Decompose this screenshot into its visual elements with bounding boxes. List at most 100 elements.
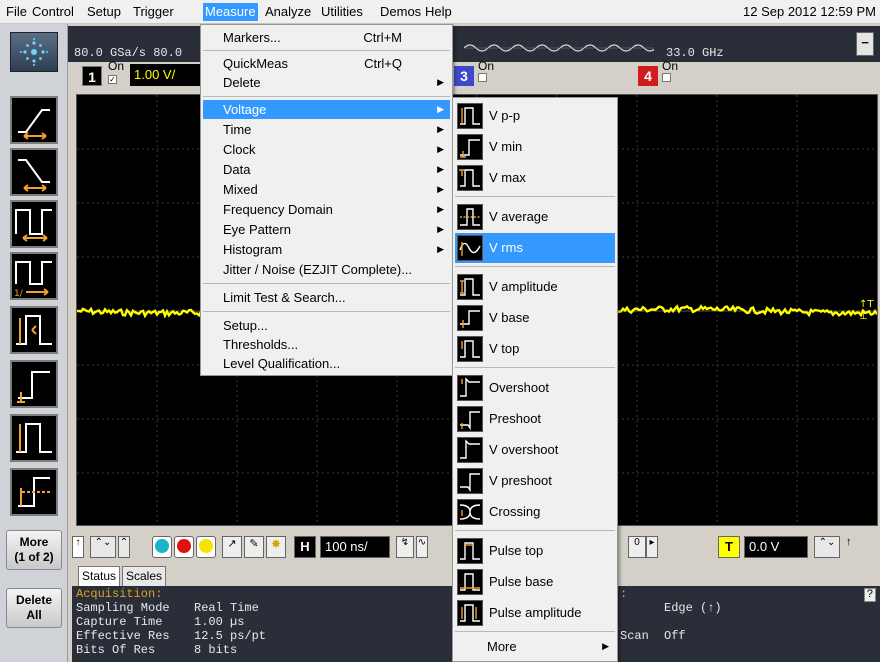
separator: [455, 530, 615, 531]
trigger-level-value[interactable]: 0.0 V: [744, 536, 808, 558]
menu-item-time[interactable]: Time ▶: [203, 120, 450, 139]
v-amplitude-icon: [457, 274, 483, 300]
channel-3-checkbox[interactable]: [478, 73, 487, 82]
submenu-item-v-max[interactable]: V max: [455, 163, 615, 193]
submenu-item-more[interactable]: More ▶: [455, 637, 615, 656]
run-button[interactable]: [152, 536, 172, 558]
v-average-button[interactable]: [10, 468, 58, 516]
submenu-item-crossing[interactable]: Crossing: [455, 497, 615, 527]
submenu-item-v-min[interactable]: V min: [455, 132, 615, 162]
clear-display-button[interactable]: ✸: [266, 536, 286, 558]
stop-button[interactable]: [174, 536, 194, 558]
channel-3-badge[interactable]: 3: [454, 66, 474, 86]
menu-item-histogram[interactable]: Histogram ▶: [203, 240, 450, 259]
menu-item-setup[interactable]: Setup...: [203, 316, 450, 335]
v-p-p-button[interactable]: [10, 414, 58, 462]
single-icon: [199, 539, 213, 553]
menu-item-quickmeas[interactable]: QuickMeas Ctrl+Q: [203, 54, 450, 73]
scroll-stepper[interactable]: ⌃⌄: [90, 536, 116, 558]
channel-4-toggle[interactable]: On: [662, 60, 678, 84]
sample-rate: 80.0 GSa/s 80.0: [74, 46, 183, 60]
trigger-level-stepper[interactable]: ⌃⌄: [814, 536, 840, 558]
position-right-arrow[interactable]: ▸: [646, 536, 658, 558]
single-button[interactable]: [196, 536, 216, 558]
trigger-channel-badge[interactable]: T: [718, 536, 740, 558]
delay-icon[interactable]: ∿: [416, 536, 428, 558]
preshoot-icon: [457, 406, 483, 432]
menu-analyze[interactable]: Analyze: [263, 3, 313, 21]
menu-control[interactable]: Control: [30, 3, 76, 21]
more-label: More: [19, 535, 49, 549]
position-value[interactable]: 0: [628, 536, 646, 558]
pulse-width-button[interactable]: [10, 306, 58, 354]
timebase-value[interactable]: 100 ns/: [320, 536, 390, 558]
menu-item-voltage[interactable]: Voltage ▶: [203, 100, 450, 119]
menu-item-data[interactable]: Data ▶: [203, 160, 450, 179]
scroll-arrows[interactable]: ⌃: [118, 536, 130, 558]
menu-item-delete[interactable]: Delete ▶: [203, 73, 450, 92]
submenu-item-v-average[interactable]: V average: [455, 202, 615, 232]
zoom-icon[interactable]: ↯: [396, 536, 414, 558]
channel-4-checkbox[interactable]: [662, 73, 671, 82]
measure-menu: Markers... Ctrl+M QuickMeas Ctrl+Q Delete ▶…: [200, 24, 453, 376]
menu-demos[interactable]: Demos: [378, 3, 423, 21]
submenu-item-v-base[interactable]: V base: [455, 303, 615, 333]
trigger-slope-icon[interactable]: ↑: [846, 536, 860, 558]
frequency-button[interactable]: 1/: [10, 252, 58, 300]
v-min-button[interactable]: [10, 360, 58, 408]
submenu-item-v-amplitude[interactable]: V amplitude: [455, 272, 615, 302]
submenu-item-v-p-p[interactable]: V p-p: [455, 101, 615, 131]
submenu-item-v-overshoot[interactable]: V overshoot: [455, 435, 615, 465]
submenu-item-pulse-base[interactable]: Pulse base: [455, 567, 615, 597]
menu-item-markers[interactable]: Markers... Ctrl+M: [203, 28, 450, 47]
menu-item-level-qualification[interactable]: Level Qualification...: [203, 354, 450, 373]
submenu-item-v-preshoot[interactable]: V preshoot: [455, 466, 615, 496]
menu-setup[interactable]: Setup: [85, 3, 123, 21]
channel-1-toggle[interactable]: On ✓: [108, 60, 124, 84]
scan-label: Scan: [620, 629, 649, 643]
autoscale-button[interactable]: ↗: [222, 536, 242, 558]
submenu-item-v-top[interactable]: V top: [455, 334, 615, 364]
fall-time-button[interactable]: [10, 148, 58, 196]
submenu-arrow-icon: ▶: [437, 204, 444, 214]
menu-file[interactable]: File: [4, 3, 29, 21]
submenu-item-overshoot[interactable]: Overshoot: [455, 373, 615, 403]
marker-icon[interactable]: ↑: [72, 536, 84, 558]
menu-item-mixed[interactable]: Mixed ▶: [203, 180, 450, 199]
menu-item-eye-pattern[interactable]: Eye Pattern ▶: [203, 220, 450, 239]
trigger-section-colon: :: [620, 587, 628, 601]
left-toolbar: 1/ More (1 of 2) Delete All: [0, 24, 68, 662]
rise-time-button[interactable]: [10, 96, 58, 144]
menu-item-clock[interactable]: Clock ▶: [203, 140, 450, 159]
channel-4-badge[interactable]: 4: [638, 66, 658, 86]
channel-1-badge[interactable]: 1: [82, 66, 102, 86]
channel-header: 80.0 GSa/s 80.0 33.0 GHz − 1 On ✓ 1.00 V…: [68, 24, 880, 94]
submenu-item-pulse-top[interactable]: Pulse top: [455, 536, 615, 566]
menu-trigger[interactable]: Trigger: [131, 3, 176, 21]
submenu-item-pulse-amplitude[interactable]: Pulse amplitude: [455, 598, 615, 628]
period-button[interactable]: [10, 200, 58, 248]
submenu-item-v-rms[interactable]: V rms: [455, 233, 615, 263]
menu-utilities[interactable]: Utilities: [319, 3, 365, 21]
menu-item-limit-test[interactable]: Limit Test & Search...: [203, 288, 450, 307]
horizontal-badge[interactable]: H: [294, 536, 316, 558]
menu-item-thresholds[interactable]: Thresholds...: [203, 335, 450, 354]
channel-1-checkbox[interactable]: ✓: [108, 75, 117, 84]
minimize-button[interactable]: −: [856, 32, 874, 56]
v-base-icon: [457, 305, 483, 331]
v-min-icon: [457, 134, 483, 160]
menu-item-frequency-domain[interactable]: Frequency Domain ▶: [203, 200, 450, 219]
channel-1-scale[interactable]: 1.00 V/: [130, 64, 200, 86]
menu-help[interactable]: Help: [423, 3, 454, 21]
tab-status[interactable]: Status: [78, 566, 121, 586]
more-button[interactable]: More (1 of 2): [6, 530, 62, 570]
submenu-arrow-icon: ▶: [437, 104, 444, 114]
submenu-item-preshoot[interactable]: Preshoot: [455, 404, 615, 434]
help-button[interactable]: ?: [864, 588, 876, 602]
menu-measure[interactable]: Measure: [203, 3, 258, 21]
tab-scales[interactable]: Scales: [122, 566, 167, 586]
delete-all-button[interactable]: Delete All: [6, 588, 62, 628]
menu-item-jitter-noise[interactable]: Jitter / Noise (EZJIT Complete)...: [203, 260, 450, 279]
channel-3-toggle[interactable]: On: [478, 60, 494, 84]
default-setup-button[interactable]: ✎: [244, 536, 264, 558]
